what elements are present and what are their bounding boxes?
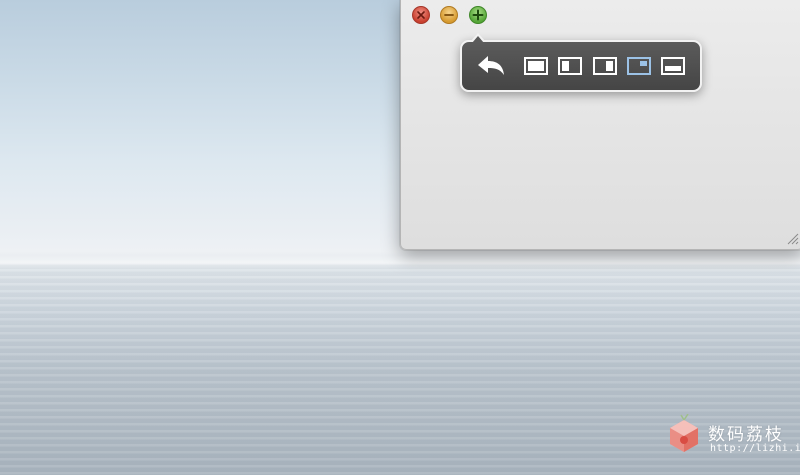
watermark-url: http://lizhi.io xyxy=(710,443,800,454)
snap-right-half-button[interactable] xyxy=(592,53,618,79)
undo-arrow-icon xyxy=(478,56,504,75)
snap-fullscreen-button[interactable] xyxy=(523,53,549,79)
plus-icon xyxy=(472,9,484,21)
layout-left-half-icon xyxy=(558,57,582,75)
close-button[interactable] xyxy=(412,6,430,24)
minimize-button[interactable] xyxy=(440,6,458,24)
layout-bottom-half-icon xyxy=(661,57,685,75)
snap-left-half-button[interactable] xyxy=(557,53,583,79)
snap-top-right-quarter-button[interactable] xyxy=(626,53,652,79)
layout-right-half-icon xyxy=(593,57,617,75)
layout-top-right-icon xyxy=(627,57,651,75)
lychee-cube-logo xyxy=(670,414,698,452)
restore-button[interactable] xyxy=(474,53,508,79)
app-window[interactable] xyxy=(400,0,800,250)
close-icon xyxy=(417,11,425,19)
watermark: 数码荔枝 http://lizhi.io xyxy=(664,408,800,458)
minimize-icon xyxy=(444,14,454,16)
snap-bottom-half-button[interactable] xyxy=(660,53,686,79)
watermark-title: 数码荔枝 xyxy=(708,425,784,445)
zoom-button[interactable] xyxy=(469,6,487,24)
window-snap-menu xyxy=(460,33,702,92)
resize-grip-icon[interactable] xyxy=(785,231,799,245)
layout-full-icon xyxy=(524,57,548,75)
